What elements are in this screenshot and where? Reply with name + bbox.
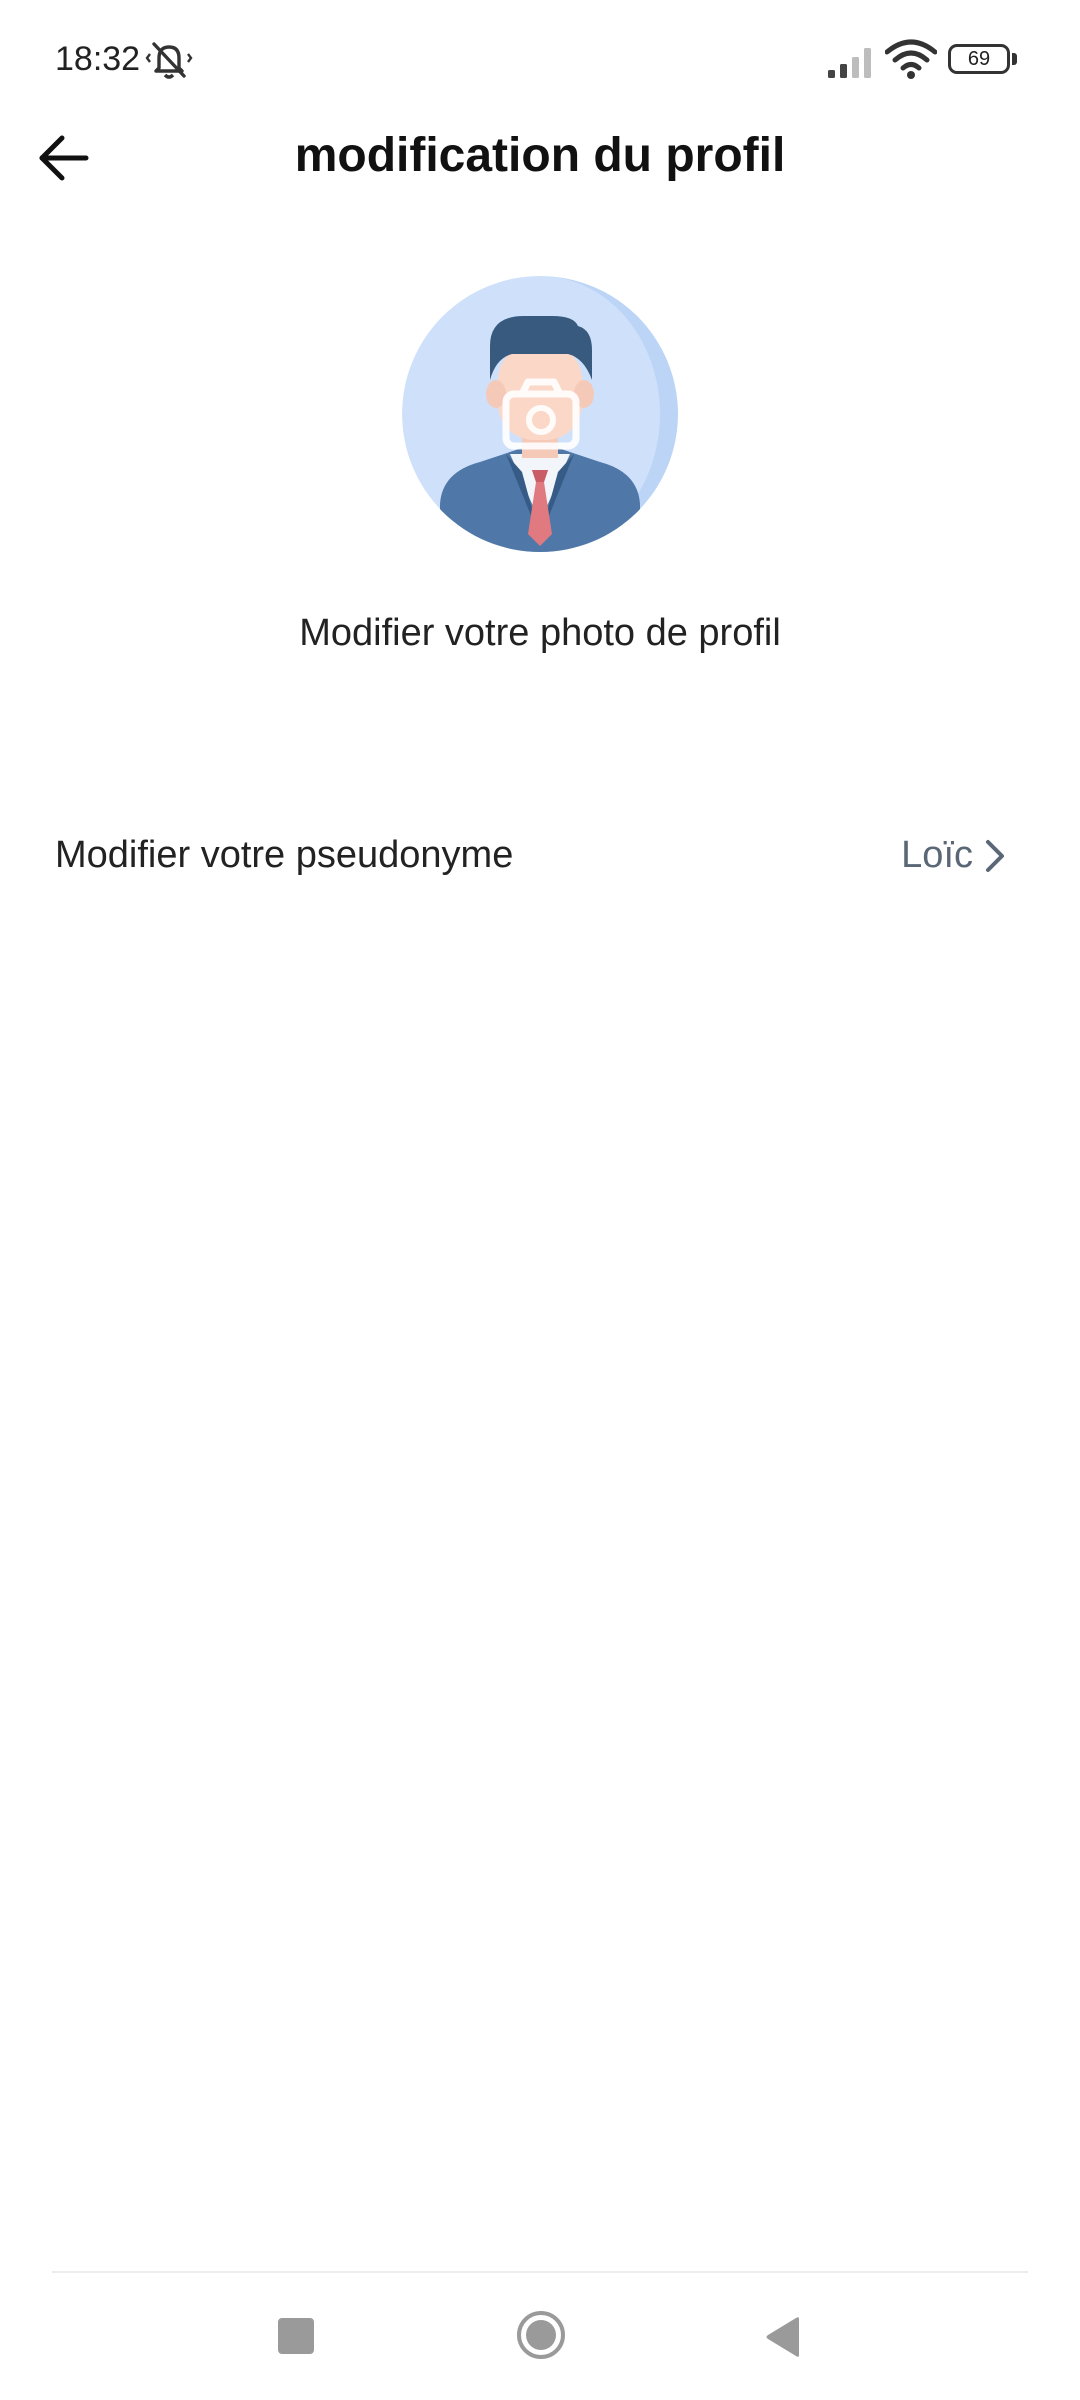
battery-icon: 69 — [948, 44, 1020, 78]
bell-off-icon — [145, 38, 193, 82]
status-bar: 18:32 69 — [0, 0, 1080, 120]
battery-tip — [1012, 53, 1017, 65]
chevron-right-icon — [982, 836, 1010, 876]
recent-apps-button[interactable] — [278, 2318, 314, 2354]
signal-icon — [826, 42, 878, 80]
battery-level: 69 — [948, 44, 1010, 74]
arrow-left-icon — [39, 135, 89, 181]
page-title: modification du profil — [294, 129, 786, 182]
avatar-with-camera-icon — [402, 276, 678, 552]
change-photo-label[interactable]: Modifier votre photo de profil — [0, 612, 1080, 655]
nav-divider — [52, 2271, 1028, 2273]
edit-pseudonym-row[interactable]: Modifier votre pseudonyme Loïc — [0, 810, 1080, 902]
nav-back-button[interactable] — [763, 2316, 803, 2358]
pseudonym-value: Loïc — [901, 834, 973, 876]
back-button[interactable] — [28, 118, 100, 198]
status-time: 18:32 — [55, 40, 141, 78]
home-button[interactable] — [516, 2310, 566, 2360]
pseudonym-label: Modifier votre pseudonyme — [55, 834, 514, 876]
wifi-icon — [884, 38, 938, 80]
profile-photo-button[interactable] — [402, 276, 678, 552]
